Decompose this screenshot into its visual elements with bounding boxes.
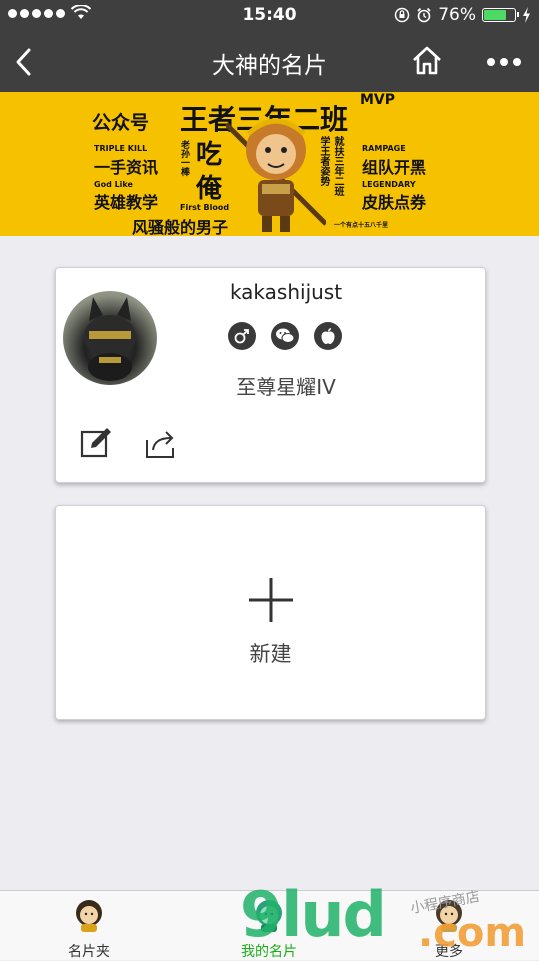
banner-image: 公众号 王者三年二班 MVP TRIPLE KILL 一手资讯 God Like… xyxy=(0,92,539,236)
banner-godlike: God Like xyxy=(94,180,133,189)
badge-row xyxy=(228,322,342,350)
new-card-label: 新建 xyxy=(249,642,292,666)
username: kakashijust xyxy=(229,280,343,304)
nav-bar: 大神的名片 xyxy=(0,32,539,92)
tab-my-card[interactable]: 我的名片 xyxy=(209,891,329,961)
alarm-icon xyxy=(417,7,431,23)
banner-triple-kill: TRIPLE KILL xyxy=(94,144,148,153)
more-tab-icon xyxy=(436,900,462,932)
apple-icon xyxy=(314,322,342,350)
avatar-figure xyxy=(84,297,136,381)
wechat-icon xyxy=(271,322,299,350)
edit-icon[interactable] xyxy=(79,426,113,460)
tab-bar: 名片夹 我的名片 更多 xyxy=(0,890,539,960)
orientation-lock-icon xyxy=(394,7,410,23)
monkey-king-illustration xyxy=(226,118,326,232)
profile-card[interactable]: kakashijust 至尊星耀IV xyxy=(55,267,486,483)
battery-fill xyxy=(484,10,507,20)
banner-an: 俺 xyxy=(196,174,223,204)
charging-icon xyxy=(523,7,530,23)
tab-more[interactable]: 更多 xyxy=(389,891,509,961)
tab-label: 更多 xyxy=(435,944,463,960)
home-icon[interactable] xyxy=(410,44,444,78)
page-title: 大神的名片 xyxy=(212,53,327,79)
status-right: 76% xyxy=(394,5,531,25)
male-icon xyxy=(228,322,256,350)
rank-label: 至尊星耀IV xyxy=(236,375,336,399)
battery-percent: 76% xyxy=(438,5,476,25)
banner-laosun: 老孙一棒 xyxy=(179,140,189,176)
battery-icon xyxy=(482,8,519,22)
tab-label: 名片夹 xyxy=(68,944,110,960)
plus-icon xyxy=(249,578,293,622)
banner-yishou: 一手资讯 xyxy=(94,158,159,177)
tab-label: 我的名片 xyxy=(241,944,297,960)
banner-fengsao: 风骚般的男子 xyxy=(132,218,229,236)
new-card-button[interactable]: 新建 xyxy=(55,505,486,720)
tab-card-holder[interactable]: 名片夹 xyxy=(29,891,149,961)
banner-yingxiong: 英雄教学 xyxy=(94,193,159,212)
banner-legendary: LEGENDARY xyxy=(362,180,416,189)
banner-rampage: RAMPAGE xyxy=(362,144,406,153)
banner-mvp: MVP xyxy=(360,92,396,108)
status-bar: 15:40 76% xyxy=(0,0,539,32)
avatar[interactable] xyxy=(63,291,157,385)
banner-gzh: 公众号 xyxy=(92,112,150,134)
card-holder-icon xyxy=(76,900,102,932)
banner-first-blood: First Blood xyxy=(180,203,230,212)
more-icon[interactable] xyxy=(484,52,524,72)
banner-zudui: 组队开黑 xyxy=(362,158,427,177)
banner-jiufu: 就扶三年二班 xyxy=(332,136,343,196)
share-icon[interactable] xyxy=(144,428,178,460)
my-card-icon xyxy=(256,900,282,932)
banner-pifu: 皮肤点券 xyxy=(362,193,427,212)
banner-xue: 学王者姿势 xyxy=(318,136,329,186)
banner-chi: 吃 xyxy=(196,140,223,170)
banner-footer: 一个有点十五八千里 xyxy=(334,222,389,229)
